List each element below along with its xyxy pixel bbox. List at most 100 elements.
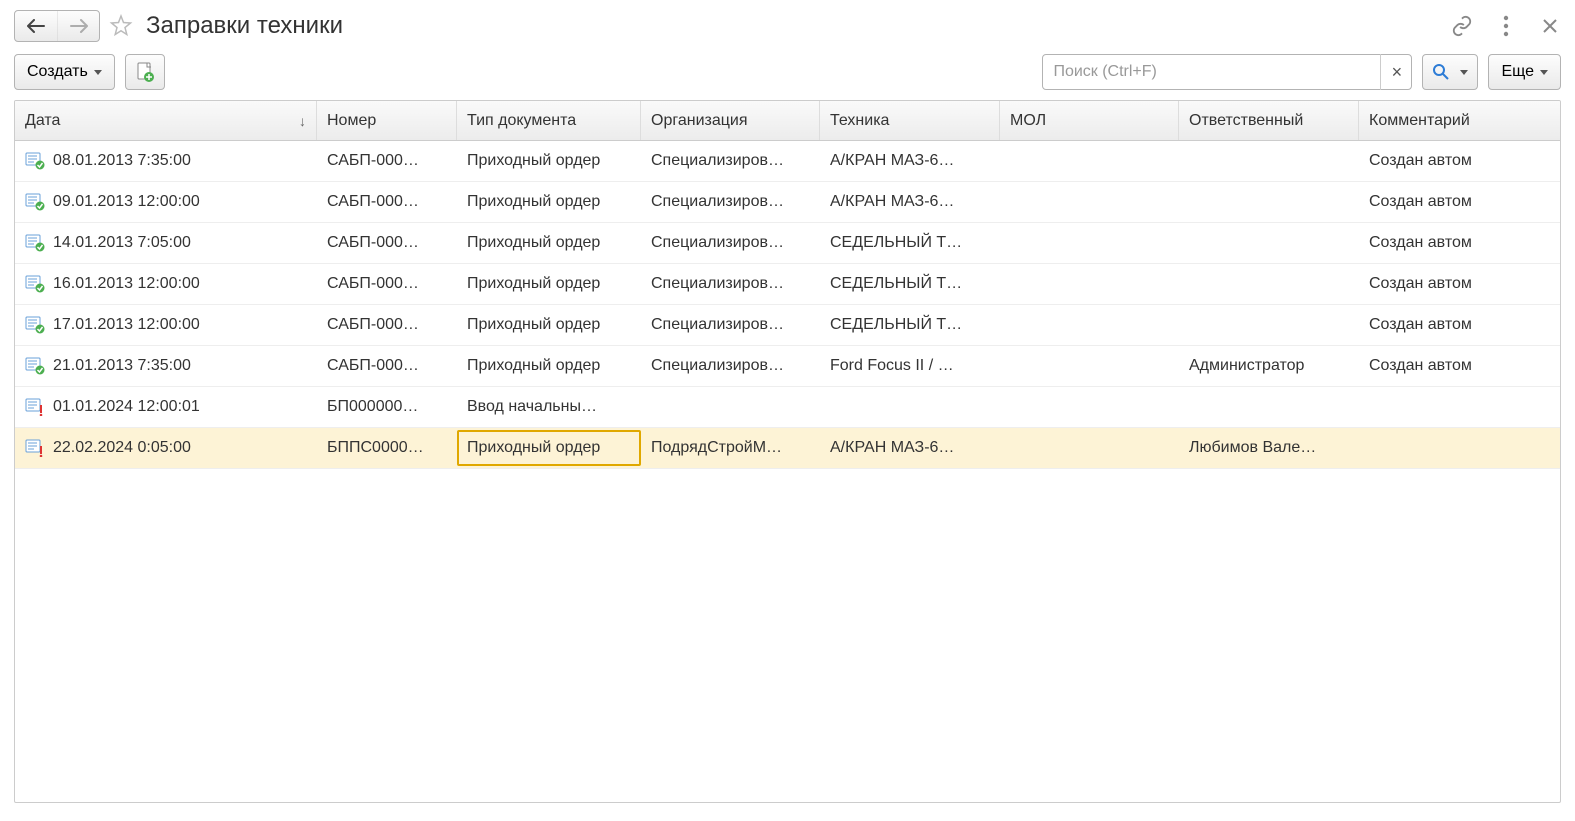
- search-clear-button[interactable]: ×: [1380, 54, 1412, 90]
- cell-tech[interactable]: А/КРАН МАЗ-6…: [820, 141, 1000, 181]
- cell-doc-type[interactable]: Приходный ордер: [457, 430, 641, 466]
- cell-number[interactable]: САБП-000…: [317, 141, 457, 181]
- document-posted-icon: [25, 192, 45, 212]
- cell-resp[interactable]: [1179, 223, 1359, 263]
- close-icon[interactable]: [1539, 15, 1561, 37]
- cell-org[interactable]: Специализиров…: [641, 305, 820, 345]
- cell-doc-type[interactable]: Приходный ордер: [457, 182, 641, 222]
- table-row[interactable]: 21.01.2013 7:35:00САБП-000…Приходный орд…: [15, 346, 1560, 387]
- cell-number[interactable]: САБП-000…: [317, 264, 457, 304]
- cell-tech[interactable]: А/КРАН МАЗ-6…: [820, 182, 1000, 222]
- cell-resp[interactable]: [1179, 182, 1359, 222]
- cell-tech[interactable]: СЕДЕЛЬНЫЙ Т…: [820, 305, 1000, 345]
- cell-resp[interactable]: [1179, 141, 1359, 181]
- document-posted-icon: [25, 356, 45, 376]
- table-row[interactable]: 17.01.2013 12:00:00САБП-000…Приходный ор…: [15, 305, 1560, 346]
- table-body[interactable]: 08.01.2013 7:35:00САБП-000…Приходный орд…: [15, 141, 1560, 802]
- cell-date-text: 16.01.2013 12:00:00: [53, 275, 200, 293]
- cell-comment[interactable]: [1359, 428, 1560, 468]
- th-date[interactable]: Дата ↓: [15, 101, 317, 140]
- more-button[interactable]: Еще: [1488, 54, 1561, 90]
- cell-date[interactable]: 17.01.2013 12:00:00: [15, 305, 317, 345]
- cell-resp[interactable]: [1179, 264, 1359, 304]
- cell-tech[interactable]: А/КРАН МАЗ-6…: [820, 428, 1000, 468]
- th-org[interactable]: Организация: [641, 101, 820, 140]
- cell-tech[interactable]: [820, 387, 1000, 427]
- th-resp[interactable]: Ответственный: [1179, 101, 1359, 140]
- cell-resp[interactable]: Администратор: [1179, 346, 1359, 386]
- cell-doc-type[interactable]: Приходный ордер: [457, 141, 641, 181]
- search-options-button[interactable]: [1422, 54, 1478, 90]
- document-posted-icon: [25, 151, 45, 171]
- table-row[interactable]: 22.02.2024 0:05:00БППС0000…Приходный орд…: [15, 428, 1560, 469]
- cell-comment[interactable]: Создан автом: [1359, 264, 1560, 304]
- table-row[interactable]: 08.01.2013 7:35:00 САБП-000…Приходный орд…: [15, 141, 1560, 182]
- cell-tech[interactable]: Ford Focus II / …: [820, 346, 1000, 386]
- cell-doc-type[interactable]: Приходный ордер: [457, 346, 641, 386]
- link-icon[interactable]: [1451, 15, 1473, 37]
- th-mol[interactable]: МОЛ: [1000, 101, 1179, 140]
- search-input[interactable]: [1042, 54, 1412, 90]
- favorite-star-icon[interactable]: [106, 11, 136, 41]
- cell-date[interactable]: 08.01.2013 7:35:00: [15, 141, 317, 181]
- cell-number[interactable]: БППС0000…: [317, 428, 457, 468]
- table-row[interactable]: 01.01.2024 12:00:01БП000000…Ввод начальн…: [15, 387, 1560, 428]
- cell-resp[interactable]: [1179, 387, 1359, 427]
- cell-doc-type[interactable]: Приходный ордер: [457, 264, 641, 304]
- th-doc-type[interactable]: Тип документа: [457, 101, 641, 140]
- cell-comment[interactable]: Создан автом: [1359, 346, 1560, 386]
- cell-date[interactable]: 22.02.2024 0:05:00: [15, 428, 317, 468]
- cell-comment[interactable]: Создан автом: [1359, 182, 1560, 222]
- cell-date[interactable]: 01.01.2024 12:00:01: [15, 387, 317, 427]
- cell-date[interactable]: 09.01.2013 12:00:00: [15, 182, 317, 222]
- cell-number[interactable]: САБП-000…: [317, 223, 457, 263]
- cell-date-text: 08.01.2013 7:35:00: [53, 152, 191, 170]
- cell-org[interactable]: Специализиров…: [641, 141, 820, 181]
- cell-org[interactable]: [641, 387, 820, 427]
- cell-date[interactable]: 21.01.2013 7:35:00: [15, 346, 317, 386]
- th-comment[interactable]: Комментарий: [1359, 101, 1560, 140]
- cell-org[interactable]: Специализиров…: [641, 223, 820, 263]
- cell-mol[interactable]: [1000, 182, 1179, 222]
- cell-org[interactable]: Специализиров…: [641, 182, 820, 222]
- cell-resp[interactable]: Любимов Вале…: [1179, 428, 1359, 468]
- cell-mol[interactable]: [1000, 387, 1179, 427]
- cell-date[interactable]: 14.01.2013 7:05:00: [15, 223, 317, 263]
- cell-resp[interactable]: [1179, 305, 1359, 345]
- cell-org[interactable]: Специализиров…: [641, 346, 820, 386]
- cell-doc-type[interactable]: Ввод начальны…: [457, 387, 641, 427]
- cell-number[interactable]: САБП-000…: [317, 305, 457, 345]
- create-copy-button[interactable]: [125, 54, 165, 90]
- cell-number[interactable]: БП000000…: [317, 387, 457, 427]
- cell-tech[interactable]: СЕДЕЛЬНЫЙ Т…: [820, 223, 1000, 263]
- th-number[interactable]: Номер: [317, 101, 457, 140]
- cell-mol[interactable]: [1000, 223, 1179, 263]
- cell-mol[interactable]: [1000, 346, 1179, 386]
- cell-mol[interactable]: [1000, 141, 1179, 181]
- cell-mol[interactable]: [1000, 305, 1179, 345]
- nav-forward-button[interactable]: [57, 11, 99, 41]
- cell-tech[interactable]: СЕДЕЛЬНЫЙ Т…: [820, 264, 1000, 304]
- cell-comment[interactable]: Создан автом: [1359, 223, 1560, 263]
- page-title: Заправки техники: [146, 12, 343, 40]
- cell-comment[interactable]: Создан автом: [1359, 305, 1560, 345]
- cell-comment[interactable]: Создан автом: [1359, 141, 1560, 181]
- cell-doc-type[interactable]: Приходный ордер: [457, 305, 641, 345]
- cell-number[interactable]: САБП-000…: [317, 346, 457, 386]
- cell-comment[interactable]: [1359, 387, 1560, 427]
- table-row[interactable]: 16.01.2013 12:00:00 САБП-000…Приходный ор…: [15, 264, 1560, 305]
- cell-mol[interactable]: [1000, 264, 1179, 304]
- th-tech[interactable]: Техника: [820, 101, 1000, 140]
- th-number-label: Номер: [327, 112, 376, 130]
- table-row[interactable]: 14.01.2013 7:05:00САБП-000…Приходный орд…: [15, 223, 1560, 264]
- cell-date[interactable]: 16.01.2013 12:00:00: [15, 264, 317, 304]
- kebab-menu-icon[interactable]: [1495, 15, 1517, 37]
- table-row[interactable]: 09.01.2013 12:00:00САБП-000…Приходный ор…: [15, 182, 1560, 223]
- cell-org[interactable]: Специализиров…: [641, 264, 820, 304]
- cell-doc-type[interactable]: Приходный ордер: [457, 223, 641, 263]
- cell-mol[interactable]: [1000, 428, 1179, 468]
- nav-back-button[interactable]: [15, 11, 57, 41]
- cell-number[interactable]: САБП-000…: [317, 182, 457, 222]
- create-button[interactable]: Создать: [14, 54, 115, 90]
- cell-org[interactable]: ПодрядСтройМ…: [641, 428, 820, 468]
